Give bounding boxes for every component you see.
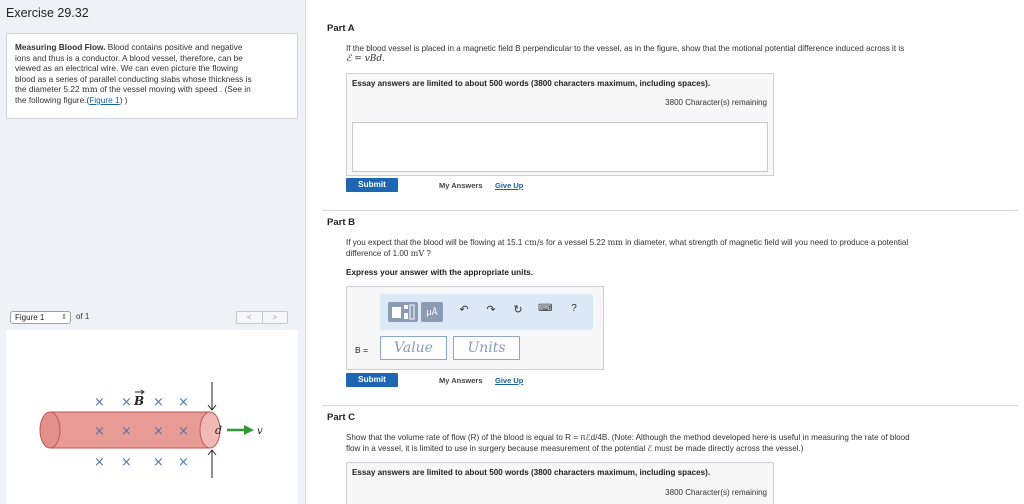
figure-link[interactable]: Figure 1 (89, 95, 119, 105)
value-input[interactable]: Value (380, 336, 447, 360)
b-field-label: B (133, 394, 144, 408)
blood-vessel-figure: × × × × × × × × B × × × × d v (39, 382, 263, 478)
part-b-question: If you expect that the blood will be flo… (346, 237, 908, 259)
part-a-question: If the blood vessel is placed in a magne… (346, 43, 904, 65)
equation-toolbar: μÅ ↶ ↷ ↻ ⌨ ? (380, 294, 593, 330)
problem-heading: Measuring Blood Flow. (15, 42, 106, 52)
problem-text: the diameter 5.22 (15, 84, 82, 95)
reset-icon[interactable]: ↻ (511, 303, 525, 316)
field-cross: × (94, 424, 105, 439)
part-a-essay-input[interactable] (352, 122, 768, 172)
problem-text: blood as a series of parallel conducting… (15, 73, 252, 84)
figure-select[interactable]: Figure 1 ⇕ (10, 311, 71, 324)
left-panel: Exercise 29.32 Measuring Blood Flow. Blo… (0, 0, 306, 504)
diameter-arrow-top-icon (207, 382, 217, 411)
exercise-title: Exercise 29.32 (6, 6, 89, 20)
figure-select-value: Figure 1 (15, 313, 45, 322)
part-a-question-line: If the blood vessel is placed in a magne… (346, 44, 905, 53)
part-b-label: Part B (327, 217, 355, 228)
part-a-submit-button[interactable]: Submit (346, 178, 398, 192)
section-divider (322, 210, 1018, 211)
templates-button[interactable] (388, 302, 418, 322)
part-a-my-answers[interactable]: My Answers (439, 181, 483, 190)
field-cross: × (178, 424, 189, 439)
part-b-give-up[interactable]: Give Up (495, 376, 523, 385)
field-cross: × (121, 395, 132, 410)
part-c-label: Part C (327, 412, 355, 423)
field-cross: × (178, 395, 189, 410)
part-c-essay-box: Essay answers are limited to about 500 w… (346, 462, 774, 504)
part-b-text: in diameter, what strength of magnetic f… (622, 238, 909, 247)
part-a-give-up[interactable]: Give Up (495, 181, 523, 190)
part-c-question-line: flow in a vessel, it is limited to use i… (346, 444, 804, 453)
field-cross: × (94, 455, 105, 470)
redo-icon[interactable]: ↷ (484, 303, 498, 316)
essay-limit-text: Essay answers are limited to about 500 w… (352, 468, 711, 477)
velocity-label: v (257, 426, 263, 437)
units-symbol-button[interactable]: μÅ (421, 302, 443, 322)
select-arrows-icon: ⇕ (61, 314, 67, 321)
problem-text: viewed as an electrical wire. We can eve… (15, 63, 239, 74)
figure-pager: < > (236, 311, 288, 324)
field-cross: × (121, 424, 132, 439)
part-c-question: Show that the volume rate of flow (R) of… (346, 432, 910, 454)
figure-image: × × × × × × × × B × × × × d v (6, 330, 298, 504)
part-a-label: Part A (327, 23, 355, 34)
part-b-text: difference of 1.00 (346, 249, 411, 258)
field-cross: × (94, 395, 105, 410)
characters-remaining: 3800 Character(s) remaining (665, 98, 767, 107)
prev-figure-button[interactable]: < (237, 312, 263, 323)
field-cross: × (153, 455, 164, 470)
problem-text: ) ) (119, 94, 128, 105)
unit-mv: mV (410, 248, 425, 258)
part-b-text: If you expect that the blood will be flo… (346, 238, 525, 247)
field-cross: × (178, 455, 189, 470)
keyboard-icon[interactable]: ⌨ (538, 303, 552, 314)
templates-icon (392, 304, 415, 320)
part-b-answer-box: μÅ ↶ ↷ ↻ ⌨ ? B = Value Units (346, 286, 604, 370)
characters-remaining: 3800 Character(s) remaining (665, 488, 767, 497)
part-a-essay-box: Essay answers are limited to about 500 w… (346, 73, 774, 176)
section-divider (322, 405, 1018, 406)
part-b-text: ? (424, 249, 431, 258)
figure-navigation: Figure 1 ⇕ of 1 < > (8, 311, 298, 325)
field-cross: × (153, 395, 164, 410)
problem-text: of the vessel moving with speed . (See i… (97, 84, 251, 95)
part-c-question-line: Show that the volume rate of flow (R) of… (346, 433, 910, 442)
diameter-label: d (215, 424, 222, 437)
unit-mm: mm (607, 237, 623, 247)
problem-text: ions and thus is a conductor. A blood ve… (15, 52, 243, 63)
undo-icon[interactable]: ↶ (457, 303, 471, 316)
answer-variable-label: B = (355, 345, 368, 355)
unit-mm: mm (81, 84, 98, 95)
problem-statement: Measuring Blood Flow. Blood contains pos… (6, 33, 298, 119)
part-b-submit-button[interactable]: Submit (346, 373, 398, 387)
diameter-arrow-bottom-icon (207, 449, 217, 478)
next-figure-button[interactable]: > (263, 312, 288, 323)
part-b-instruction: Express your answer with the appropriate… (346, 268, 533, 277)
units-input[interactable]: Units (453, 336, 520, 360)
help-icon[interactable]: ? (567, 303, 581, 314)
figure-count: of 1 (76, 312, 90, 321)
problem-text: Blood contains positive and negative (105, 42, 243, 52)
part-b-text: for a vessel 5.22 (543, 238, 608, 247)
problem-text: the following figure.( (15, 94, 90, 105)
part-a-equation: ℰ = vBd. (346, 54, 386, 64)
unit-cm-s: cm/s (524, 237, 544, 247)
essay-limit-text: Essay answers are limited to about 500 w… (352, 79, 711, 88)
part-b-my-answers[interactable]: My Answers (439, 376, 483, 385)
field-cross: × (153, 424, 164, 439)
field-cross: × (121, 455, 132, 470)
vessel-start (39, 411, 61, 449)
